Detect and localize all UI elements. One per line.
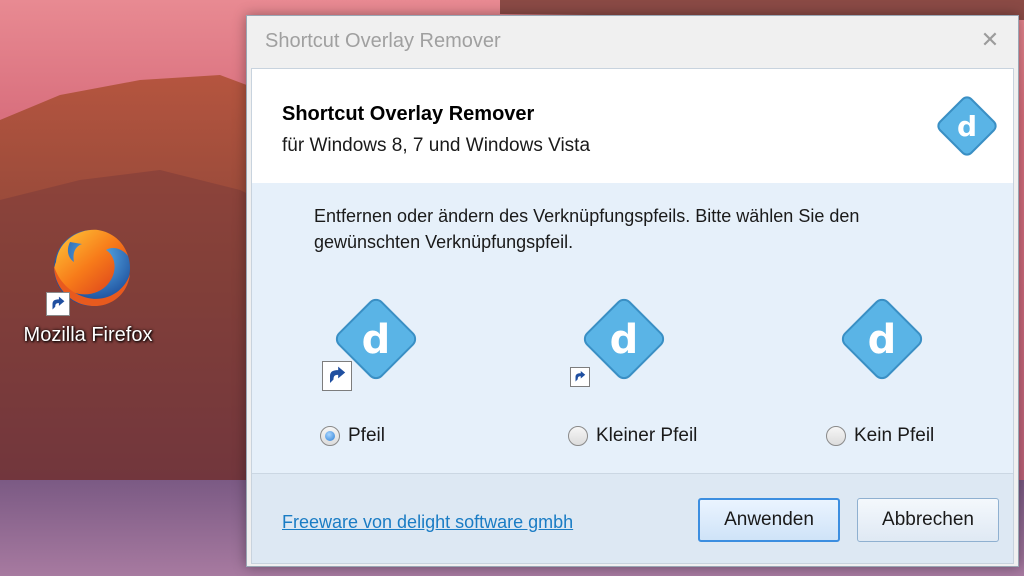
desktop-icon-firefox[interactable]: Mozilla Firefox bbox=[8, 220, 168, 360]
dialog-footer: Freeware von delight software gmbh Anwen… bbox=[252, 473, 1013, 563]
option-arrow[interactable]: d Pfeil bbox=[316, 291, 516, 461]
dialog-client-area: Shortcut Overlay Remover für Windows 8, … bbox=[251, 68, 1014, 564]
delight-logo-icon: d bbox=[937, 96, 997, 156]
option-logo-letter: d bbox=[868, 317, 897, 363]
header-logo-letter: d bbox=[957, 110, 977, 143]
close-icon[interactable]: ✕ bbox=[976, 26, 1004, 54]
cancel-button[interactable]: Abbrechen bbox=[857, 498, 999, 542]
delight-logo-icon: d bbox=[583, 298, 665, 380]
header-subtitle: für Windows 8, 7 und Windows Vista bbox=[282, 135, 591, 156]
dialog-window: Shortcut Overlay Remover ✕ Shortcut Over… bbox=[246, 15, 1019, 567]
radio-label: Pfeil bbox=[348, 425, 385, 446]
option-logo-letter: d bbox=[610, 317, 639, 363]
apply-button[interactable]: Anwenden bbox=[698, 498, 840, 542]
radio-button[interactable] bbox=[568, 426, 588, 446]
radio-button[interactable] bbox=[826, 426, 846, 446]
desktop-icon-label: Mozilla Firefox bbox=[23, 324, 153, 346]
shortcut-arrow-icon bbox=[46, 292, 70, 316]
radio-label: Kleiner Pfeil bbox=[596, 425, 698, 446]
small-shortcut-arrow-icon bbox=[570, 367, 590, 387]
radio-arrow[interactable]: Pfeil bbox=[320, 425, 385, 447]
radio-label: Kein Pfeil bbox=[854, 425, 935, 446]
option-small-arrow[interactable]: d Kleiner Pfeil bbox=[564, 291, 764, 461]
radio-button[interactable] bbox=[320, 426, 340, 446]
radio-small-arrow[interactable]: Kleiner Pfeil bbox=[568, 425, 697, 447]
header-title: Shortcut Overlay Remover bbox=[282, 103, 535, 125]
radio-no-arrow[interactable]: Kein Pfeil bbox=[826, 425, 934, 447]
freeware-link[interactable]: Freeware von delight software gmbh bbox=[282, 512, 573, 533]
shortcut-arrow-icon bbox=[322, 361, 352, 391]
title-bar[interactable]: Shortcut Overlay Remover ✕ bbox=[247, 16, 1018, 68]
option-no-arrow[interactable]: d Kein Pfeil bbox=[822, 291, 1022, 461]
dialog-header: Shortcut Overlay Remover für Windows 8, … bbox=[252, 69, 1013, 183]
window-title: Shortcut Overlay Remover bbox=[265, 30, 501, 52]
description-text: Entfernen oder ändern des Verknüpfungspf… bbox=[314, 206, 860, 252]
options-area: Entfernen oder ändern des Verknüpfungspf… bbox=[252, 183, 1013, 473]
delight-logo-icon: d bbox=[841, 298, 923, 380]
option-logo-letter: d bbox=[362, 317, 391, 363]
